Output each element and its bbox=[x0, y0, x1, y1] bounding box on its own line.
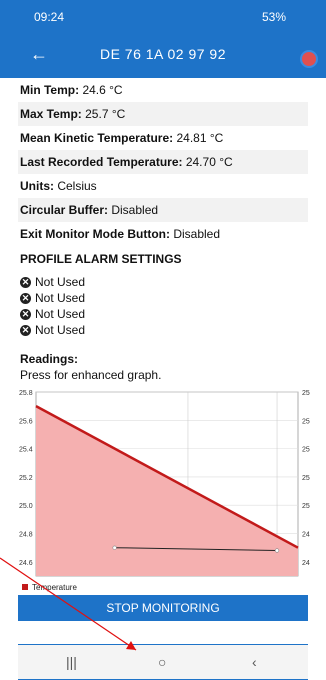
close-circle-icon: ✕ bbox=[20, 292, 31, 304]
detail-value: 24.81 °C bbox=[173, 131, 224, 145]
alarm-item: ✕ Not Used bbox=[18, 274, 308, 290]
y-tick-label: 25.8 bbox=[19, 390, 33, 397]
detail-row: Min Temp: 24.6 °C bbox=[18, 78, 308, 102]
y-tick-label: 24.8 bbox=[19, 532, 33, 539]
alarm-label: Not Used bbox=[35, 291, 86, 305]
detail-label: Max Temp: bbox=[20, 107, 82, 121]
legend-swatch bbox=[22, 584, 28, 590]
right-tick-label: 25 bbox=[302, 390, 310, 397]
alarm-label: Not Used bbox=[35, 275, 86, 289]
status-bar: 09:24 53% bbox=[0, 0, 326, 34]
detail-row: Mean Kinetic Temperature: 24.81 °C bbox=[18, 126, 308, 150]
status-indicator-icon bbox=[300, 50, 318, 68]
y-tick-label: 25.6 bbox=[19, 418, 33, 425]
detail-value: Celsius bbox=[54, 179, 97, 193]
close-circle-icon: ✕ bbox=[20, 324, 31, 336]
recent-apps-icon[interactable]: ||| bbox=[66, 654, 77, 670]
alarm-list: ✕ Not Used ✕ Not Used ✕ Not Used ✕ Not Used bbox=[18, 274, 308, 338]
alarm-item: ✕ Not Used bbox=[18, 290, 308, 306]
right-tick-label: 25 bbox=[302, 503, 310, 510]
close-circle-icon: ✕ bbox=[20, 308, 31, 320]
app-bar: ← DE 76 1A 02 97 92 bbox=[0, 34, 326, 78]
detail-row: Exit Monitor Mode Button: Disabled bbox=[18, 222, 308, 246]
status-time: 09:24 bbox=[34, 10, 65, 24]
alarm-label: Not Used bbox=[35, 307, 86, 321]
detail-value: 24.70 °C bbox=[182, 155, 233, 169]
secondary-point bbox=[112, 545, 117, 550]
detail-label: Min Temp: bbox=[20, 83, 80, 97]
detail-value: Disabled bbox=[169, 227, 221, 241]
details-panel: Min Temp: 24.6 °C Max Temp: 25.7 °C Mean… bbox=[18, 78, 308, 382]
legend-label: Temperature bbox=[32, 583, 77, 592]
system-nav-bar: ||| ○ ‹ bbox=[18, 645, 308, 679]
detail-value: 25.7 °C bbox=[81, 107, 126, 121]
system-back-icon[interactable]: ‹ bbox=[252, 654, 257, 670]
detail-row: Circular Buffer: Disabled bbox=[18, 198, 308, 222]
detail-value: Disabled bbox=[108, 203, 159, 217]
alarm-label: Not Used bbox=[35, 323, 86, 337]
profile-alarm-heading: PROFILE ALARM SETTINGS bbox=[20, 252, 182, 266]
detail-label: Units: bbox=[20, 179, 54, 193]
alarm-item: ✕ Not Used bbox=[18, 306, 308, 322]
detail-label: Circular Buffer: bbox=[20, 203, 109, 217]
temperature-chart[interactable]: 25.8 25 25.6 25 25.4 25 25.2 25 25.0 25 24.8 24 24.6… bbox=[18, 388, 316, 596]
secondary-point bbox=[274, 548, 280, 553]
y-tick-label: 25.2 bbox=[19, 475, 33, 482]
right-tick-label: 24 bbox=[302, 532, 310, 539]
right-tick-label: 25 bbox=[302, 447, 310, 454]
alarm-item: ✕ Not Used bbox=[18, 322, 308, 338]
detail-row: Last Recorded Temperature: 24.70 °C bbox=[18, 150, 308, 174]
detail-row: Units: Celsius bbox=[18, 174, 308, 198]
right-tick-label: 24 bbox=[302, 560, 310, 567]
y-tick-label: 25.4 bbox=[19, 447, 33, 454]
detail-row: Max Temp: 25.7 °C bbox=[18, 102, 308, 126]
readings-title: Readings: bbox=[20, 352, 79, 366]
device-id-title: DE 76 1A 02 97 92 bbox=[99, 46, 227, 62]
home-icon[interactable]: ○ bbox=[158, 654, 166, 670]
detail-value: 24.6 °C bbox=[79, 83, 123, 97]
right-tick-label: 25 bbox=[302, 475, 310, 482]
y-tick-label: 24.6 bbox=[19, 560, 33, 567]
detail-label: Mean Kinetic Temperature: bbox=[20, 131, 174, 145]
y-tick-label: 25.0 bbox=[19, 503, 33, 510]
status-battery: 53% bbox=[261, 10, 286, 24]
detail-label: Last Recorded Temperature: bbox=[20, 155, 183, 169]
readings-hint: Press for enhanced graph. bbox=[20, 368, 162, 382]
detail-list: Min Temp: 24.6 °C Max Temp: 25.7 °C Mean… bbox=[18, 78, 308, 246]
close-circle-icon: ✕ bbox=[20, 276, 31, 288]
right-tick-label: 25 bbox=[302, 418, 310, 425]
detail-label: Exit Monitor Mode Button: bbox=[20, 227, 170, 241]
stop-monitoring-button[interactable]: STOP MONITORING bbox=[18, 595, 308, 621]
